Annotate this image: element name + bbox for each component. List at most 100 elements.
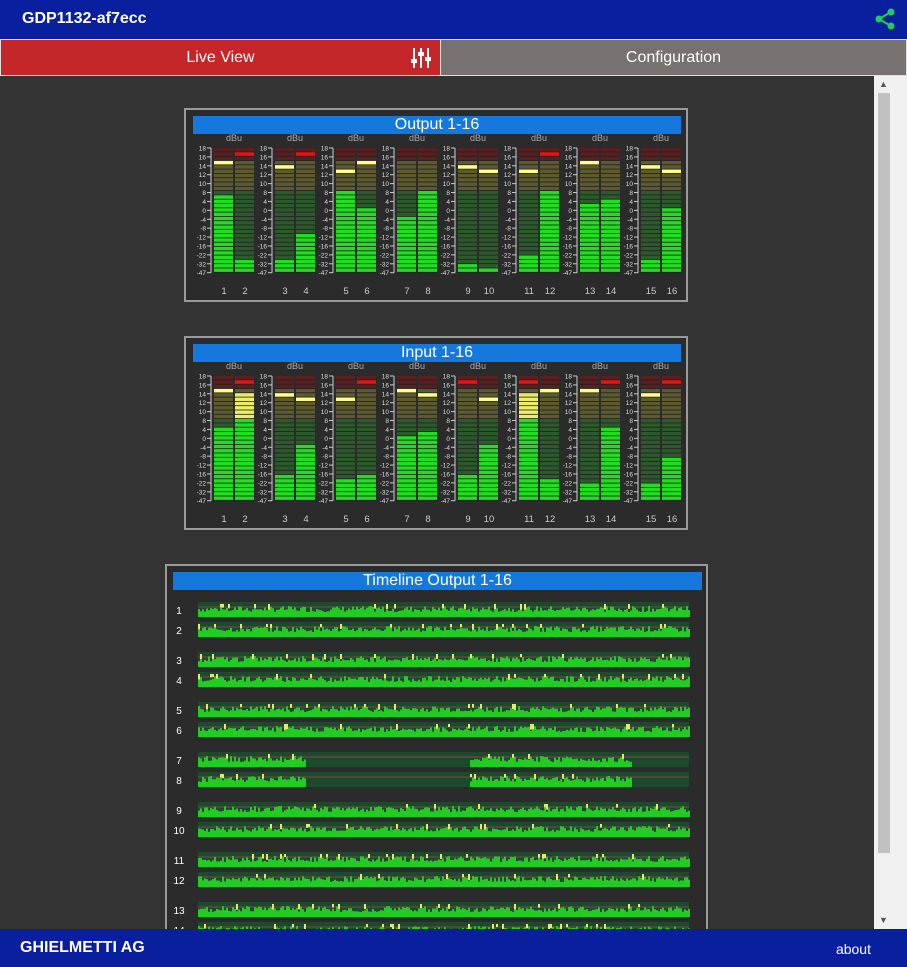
timeline-level-bar (650, 661, 652, 667)
timeline-level-bar (626, 681, 628, 687)
timeline-level-bar (632, 680, 634, 687)
timeline-level-bar (470, 611, 472, 617)
meter-segment (275, 255, 294, 259)
timeline-level-bar (472, 911, 474, 917)
timeline-level-bar (248, 676, 250, 687)
meter-segment (601, 221, 620, 225)
timeline-level-bar (628, 679, 630, 687)
timeline-level-bar (320, 731, 322, 737)
meter-segment (397, 427, 416, 432)
timeline-level-bar (564, 777, 566, 787)
timeline-level-bar (206, 680, 208, 687)
timeline-level-bar (452, 859, 454, 867)
meter-segment (357, 229, 376, 234)
timeline-level-bar (566, 878, 568, 887)
timeline-level-bar (618, 608, 620, 617)
timeline-level-bar (480, 629, 482, 637)
timeline-level-bar (326, 681, 328, 687)
meter-segment (662, 216, 681, 221)
timeline-level-bar (400, 856, 402, 867)
timeline-level-bar (526, 607, 528, 617)
timeline-level-bar (262, 610, 264, 617)
timeline-level-bar (658, 708, 660, 717)
timeline-level-bar (552, 861, 554, 867)
timeline-level-bar (610, 676, 612, 687)
timeline-peak-mark (412, 854, 414, 859)
timeline-level-bar (474, 876, 476, 887)
timeline-level-bar (402, 658, 404, 667)
timeline-level-bar (288, 859, 290, 867)
meter-segment (580, 462, 599, 466)
timeline-level-bar (538, 729, 540, 737)
timeline-level-bar (368, 709, 370, 717)
meter-segment (601, 208, 620, 212)
meter-segment (296, 229, 315, 234)
timeline-level-bar (276, 879, 278, 887)
meter-segment (214, 376, 233, 380)
scale-tick-label: 0 (385, 436, 389, 443)
timeline-level-bar (410, 606, 412, 617)
timeline-level-bar (408, 861, 410, 867)
meter-segment (519, 479, 538, 483)
meter-segment (357, 238, 376, 242)
timeline-level-bar (372, 830, 374, 837)
meter-segment (458, 457, 477, 462)
timeline-peak-mark (446, 874, 448, 880)
timeline-level-bar (492, 680, 494, 687)
timeline-level-bar (588, 778, 590, 787)
timeline-level-bar (506, 776, 508, 787)
timeline-level-bar (400, 610, 402, 617)
timeline-level-bar (248, 776, 250, 787)
tab-configuration-label: Configuration (625, 48, 722, 66)
timeline-level-bar (322, 809, 324, 817)
timeline-level-bar (448, 659, 450, 667)
meter-segment (519, 191, 538, 195)
timeline-level-bar (532, 909, 534, 917)
timeline-peak-mark (314, 804, 316, 809)
timeline-level-bar (256, 626, 258, 637)
timeline-level-bar (454, 609, 456, 617)
timeline-peak-mark (570, 704, 572, 708)
timeline-level-bar (532, 611, 534, 617)
timeline-level-bar (370, 710, 372, 717)
meter-segment (458, 388, 477, 393)
timeline-peak-mark (216, 674, 218, 679)
timeline-level-bar (258, 857, 260, 867)
timeline-level-bar (310, 810, 312, 817)
meter-segment (540, 264, 559, 268)
timeline-level-bar (496, 758, 498, 767)
meter-segment (519, 466, 538, 470)
scale-tick-label: 16 (199, 154, 207, 161)
meter-segment (458, 474, 477, 479)
timeline-level-bar (686, 708, 688, 717)
meter-segment (336, 216, 355, 221)
timeline-level-bar (468, 829, 470, 837)
share-icon[interactable] (873, 7, 897, 31)
timeline-level-bar (528, 711, 530, 717)
timeline-level-bar (464, 877, 466, 887)
timeline-level-bar (502, 876, 504, 887)
timeline-level-bar (414, 708, 416, 717)
timeline-level-bar (564, 660, 566, 667)
timeline-level-bar (270, 678, 272, 687)
timeline-level-bar (366, 827, 368, 837)
meter-segment (357, 474, 376, 479)
timeline-level-bar (610, 627, 612, 637)
timeline-level-bar (420, 631, 422, 637)
meter-segment (458, 453, 477, 457)
timeline-level-bar (538, 826, 540, 837)
timeline-level-bar (556, 856, 558, 867)
timeline-level-bar (608, 776, 610, 787)
timeline-level-bar (226, 831, 228, 837)
timeline-level-bar (354, 911, 356, 917)
tab-configuration[interactable]: Configuration (440, 39, 907, 76)
meter-segment (214, 259, 233, 264)
timeline-level-bar (554, 908, 556, 917)
timeline-level-bar (562, 628, 564, 637)
timeline-level-bar (296, 628, 298, 637)
timeline-level-bar (464, 729, 466, 737)
timeline-level-bar (574, 876, 576, 887)
timeline-level-bar (250, 611, 252, 617)
timeline-level-bar (448, 707, 450, 717)
tab-live-view[interactable]: Live View (0, 39, 440, 76)
